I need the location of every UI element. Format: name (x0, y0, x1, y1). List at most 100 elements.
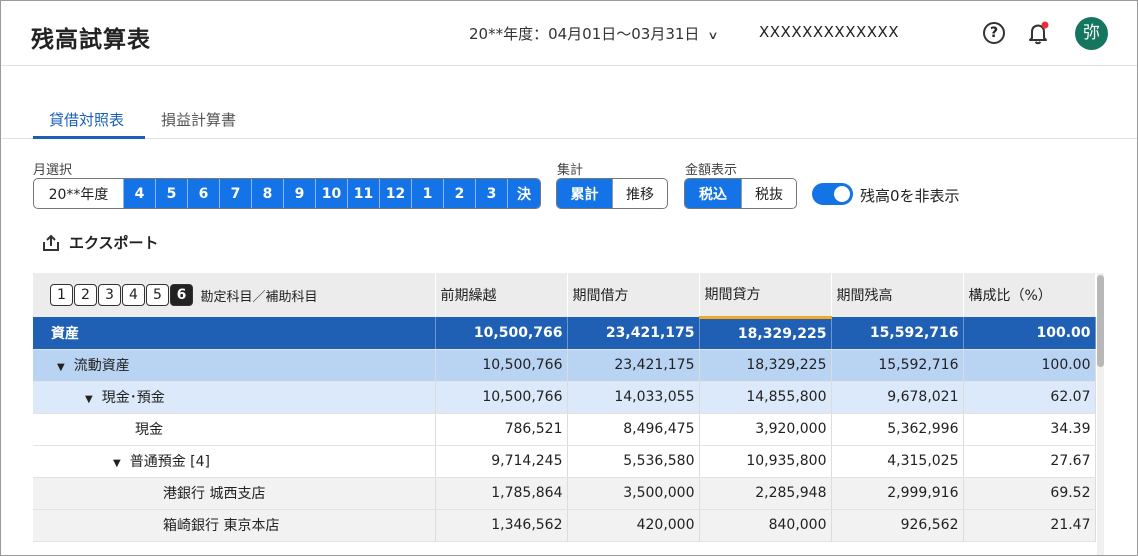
composition-ratio: 100.00 (963, 349, 1096, 382)
month-2[interactable]: 2 (443, 179, 475, 208)
table-row[interactable]: 資産 10,500,766 23,421,175 18,329,225 15,5… (33, 317, 1096, 350)
level-4-button[interactable]: 4 (122, 284, 145, 306)
composition-ratio: 34.39 (963, 413, 1096, 446)
tab-income-statement[interactable]: 損益計算書 (161, 109, 236, 130)
prior-balance: 10,500,766 (435, 317, 568, 350)
month-7[interactable]: 7 (219, 179, 251, 208)
period-credit: 2,285,948 (699, 477, 832, 510)
scrollbar-thumb[interactable] (1097, 275, 1104, 367)
period-debit: 5,536,580 (567, 445, 700, 478)
period-credit: 14,855,800 (699, 381, 832, 414)
month-3[interactable]: 3 (475, 179, 507, 208)
aggregate-cumulative[interactable]: 累計 (557, 179, 612, 208)
month-1[interactable]: 1 (411, 179, 443, 208)
collapse-triangle-icon[interactable]: ▼ (85, 394, 93, 405)
bell-icon[interactable] (1028, 21, 1050, 45)
month-6[interactable]: 6 (187, 179, 219, 208)
level-3-button[interactable]: 3 (98, 284, 121, 306)
period-debit: 420,000 (567, 509, 700, 542)
aggregate-trend[interactable]: 推移 (612, 179, 667, 208)
prior-balance: 786,521 (435, 413, 568, 446)
level-5-button[interactable]: 5 (146, 284, 169, 306)
column-composition-ratio[interactable]: 構成比（%） (963, 273, 1096, 317)
composition-ratio: 27.67 (963, 445, 1096, 478)
account-name: 普通預金 [4] (129, 454, 210, 470)
amount-display-label: 金額表示 (685, 163, 738, 178)
aggregate-label: 集計 (557, 163, 584, 178)
prior-balance: 1,785,864 (435, 477, 568, 510)
column-prior-balance[interactable]: 前期繰越 (435, 273, 568, 317)
tab-balance-sheet[interactable]: 貸借対照表 (49, 109, 124, 130)
amount-tax-excluded[interactable]: 税抜 (741, 179, 796, 208)
month-11[interactable]: 11 (347, 179, 379, 208)
period-debit: 14,033,055 (567, 381, 700, 414)
month-closing[interactable]: 決 (507, 179, 540, 208)
account-name: 資産 (33, 317, 436, 350)
avatar[interactable]: 弥 (1075, 17, 1108, 50)
month-5[interactable]: 5 (155, 179, 187, 208)
period-balance: 926,562 (831, 509, 964, 542)
export-label: エクスポート (69, 234, 159, 252)
prior-balance: 1,346,562 (435, 509, 568, 542)
month-8[interactable]: 8 (251, 179, 283, 208)
month-4[interactable]: 4 (123, 179, 155, 208)
table-row[interactable]: 現金 786,521 8,496,475 3,920,000 5,362,996… (33, 413, 1096, 446)
period-label: 20**年度：04月01日〜03月31日 (469, 25, 700, 43)
column-period-credit[interactable]: 期間貸方 (699, 273, 832, 319)
amount-display-selector: 税込 税抜 (684, 178, 797, 209)
period-credit: 3,920,000 (699, 413, 832, 446)
month-fiscal-year[interactable]: 20**年度 (34, 179, 123, 208)
period-debit: 8,496,475 (567, 413, 700, 446)
month-9[interactable]: 9 (283, 179, 315, 208)
period-selector[interactable]: 20**年度：04月01日〜03月31日 ∨ (469, 23, 720, 44)
hide-zero-toggle[interactable] (812, 183, 853, 205)
composition-ratio: 100.00 (963, 317, 1096, 350)
composition-ratio: 62.07 (963, 381, 1096, 414)
composition-ratio: 69.52 (963, 477, 1096, 510)
level-1-button[interactable]: 1 (50, 284, 73, 306)
period-credit: 18,329,225 (699, 317, 832, 350)
app-header: 残高試算表 20**年度：04月01日〜03月31日 ∨ XXXXXXXXXXXX… (1, 1, 1137, 66)
table-scrollbar[interactable] (1097, 273, 1104, 555)
account-column-header: 123456 勘定科目／補助科目 (33, 273, 436, 317)
amount-tax-included[interactable]: 税込 (685, 179, 741, 208)
month-selector: 20**年度 4 5 6 7 8 9 10 11 12 1 2 3 決 (33, 178, 541, 209)
period-balance: 9,678,021 (831, 381, 964, 414)
table-row[interactable]: 箱崎銀行 東京本店 1,346,562 420,000 840,000 926,… (33, 509, 1096, 542)
toggle-knob (834, 186, 850, 202)
prior-balance: 10,500,766 (435, 381, 568, 414)
company-name: XXXXXXXXXXXXX (759, 23, 900, 41)
account-name: 流動資産 (73, 358, 130, 374)
table-row[interactable]: 港銀行 城西支店 1,785,864 3,500,000 2,285,948 2… (33, 477, 1096, 510)
column-period-balance[interactable]: 期間残高 (831, 273, 964, 317)
chevron-down-icon: ∨ (707, 29, 720, 42)
period-balance: 15,592,716 (831, 317, 964, 350)
export-button[interactable]: エクスポート (41, 232, 159, 253)
account-name: 現金･預金 (101, 390, 165, 406)
hide-zero-label: 残高0を非表示 (860, 187, 960, 205)
period-credit: 18,329,225 (699, 349, 832, 382)
period-balance: 15,592,716 (831, 349, 964, 382)
help-icon[interactable]: ? (983, 22, 1005, 44)
composition-ratio: 21.47 (963, 509, 1096, 542)
period-debit: 3,500,000 (567, 477, 700, 510)
prior-balance: 10,500,766 (435, 349, 568, 382)
table-row[interactable]: ▼ 現金･預金 10,500,766 14,033,055 14,855,800 … (33, 381, 1096, 414)
period-balance: 4,315,025 (831, 445, 964, 478)
month-12[interactable]: 12 (379, 179, 411, 208)
account-name: 現金 (33, 413, 436, 446)
level-2-button[interactable]: 2 (74, 284, 97, 306)
collapse-triangle-icon[interactable]: ▼ (57, 362, 65, 373)
account-name: 港銀行 城西支店 (33, 477, 436, 510)
month-10[interactable]: 10 (315, 179, 347, 208)
column-period-debit[interactable]: 期間借方 (567, 273, 700, 317)
period-balance: 5,362,996 (831, 413, 964, 446)
trial-balance-table: 123456 勘定科目／補助科目 前期繰越 期間借方 期間貸方 期間残高 構成比… (33, 273, 1096, 542)
collapse-triangle-icon[interactable]: ▼ (113, 458, 121, 469)
table-row[interactable]: ▼ 流動資産 10,500,766 23,421,175 18,329,225 1… (33, 349, 1096, 382)
table-row[interactable]: ▼ 普通預金 [4] 9,714,245 5,536,580 10,935,800… (33, 445, 1096, 478)
level-6-button[interactable]: 6 (170, 284, 193, 306)
prior-balance: 9,714,245 (435, 445, 568, 478)
account-header-label: 勘定科目／補助科目 (200, 289, 318, 305)
export-icon (43, 234, 59, 251)
